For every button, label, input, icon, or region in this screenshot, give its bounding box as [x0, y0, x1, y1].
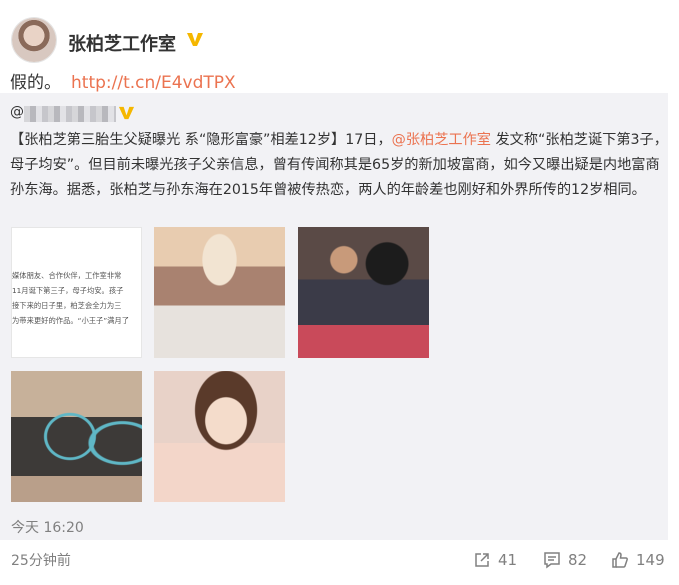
image-thumbnail-photo[interactable] [298, 227, 429, 358]
image-thumbnail-photo[interactable] [11, 371, 142, 502]
post-timestamp[interactable]: 25分钟前 [11, 550, 71, 570]
comment-icon [544, 552, 560, 569]
post-body: 假的。 [10, 73, 61, 93]
like-count: 149 [636, 551, 665, 569]
mention-link[interactable]: @张柏芝工作室 [392, 132, 491, 148]
statement-line: 11月诞下第三子，母子均安。孩子 [12, 286, 124, 295]
statement-line: 媒体朋友、合作伙伴，工作室非常 [12, 271, 122, 280]
author-avatar[interactable] [12, 18, 56, 62]
post-link[interactable]: http://t.cn/E4vdTPX [71, 73, 236, 93]
image-thumbnail-photo[interactable] [154, 371, 285, 502]
original-text-part1: 【张柏芝第三胎生父疑曝光 系“隐形富豪”相差12岁】17日， [10, 132, 392, 148]
image-thumbnail-photo[interactable] [154, 227, 285, 358]
repost-timestamp[interactable]: 今天 16:20 [11, 517, 84, 537]
comment-button[interactable]: 82 [543, 551, 587, 569]
share-icon [475, 553, 489, 567]
like-button[interactable]: 149 [611, 551, 665, 569]
thumbs-up-icon [612, 552, 628, 568]
share-button[interactable]: 41 [473, 551, 517, 569]
author-name[interactable]: 张柏芝工作室 [68, 30, 176, 56]
statement-line: 为带来更好的作品。“小王子”满月了 [12, 316, 130, 325]
original-author-name-blurred[interactable] [24, 106, 116, 122]
image-thumbnail-statement[interactable]: 媒体朋友、合作伙伴，工作室非常 11月诞下第三子，母子均安。孩子 接下来的日子里… [11, 227, 142, 358]
statement-line: 接下来的日子里，柏芝会全力为三 [12, 301, 122, 310]
share-count: 41 [498, 551, 518, 569]
comment-count: 82 [568, 551, 588, 569]
verified-badge-icon [187, 33, 203, 46]
verified-badge-icon [118, 106, 135, 120]
post-text: 假的。 http://t.cn/E4vdTPX [10, 68, 236, 93]
original-post-text: 【张柏芝第三胎生父疑曝光 系“隐形富豪”相差12岁】17日，@张柏芝工作室 发文… [10, 128, 668, 202]
original-author-prefix: @ [10, 104, 24, 120]
